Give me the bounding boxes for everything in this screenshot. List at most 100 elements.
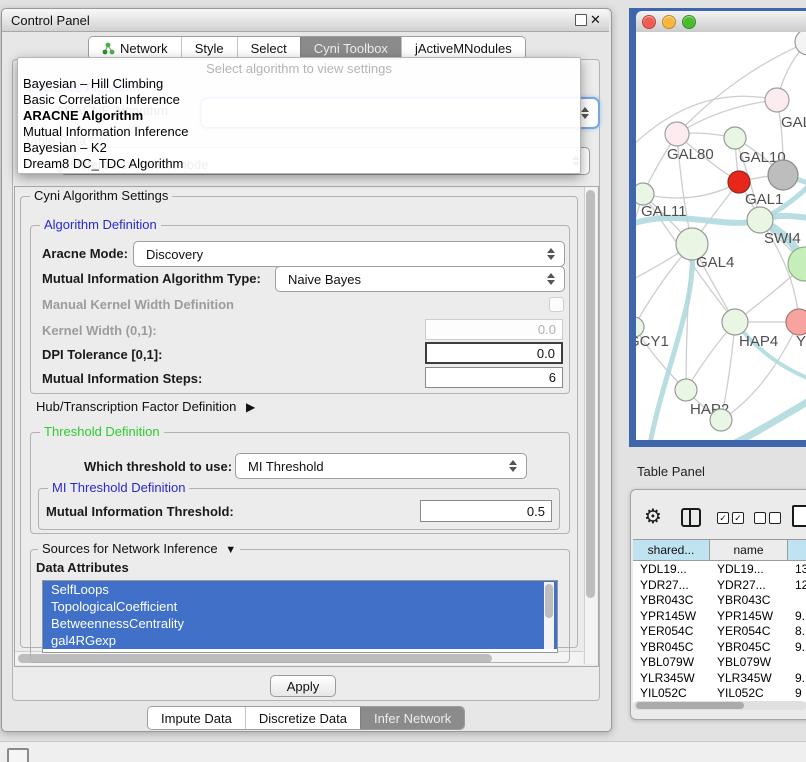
cyni-algorithm-settings-title: Cyni Algorithm Settings — [30, 189, 172, 203]
network-graph: GALGAL80GAL10GAL1GAL11SWI4GAL4HAP4YGCY1H… — [636, 32, 806, 440]
tab-jactivemnodules[interactable]: jActiveMNodules — [401, 37, 525, 59]
table-cell: YER054C — [717, 624, 806, 640]
cyni-mode-tabbar: Impute DataDiscretize DataInfer Network — [147, 706, 465, 730]
document-icon[interactable] — [792, 505, 806, 527]
dpi-tolerance-label: DPI Tolerance [0,1]: — [42, 347, 162, 362]
network-node-gal80[interactable] — [665, 122, 689, 146]
network-node-hap4[interactable] — [722, 309, 748, 335]
traffic-light-close-icon[interactable] — [642, 15, 656, 29]
network-window-titlebar[interactable] — [636, 11, 806, 33]
algorithm-option-bayesian-k2[interactable]: Bayesian – K2 — [18, 140, 580, 156]
which-threshold-label: Which threshold to use: — [84, 459, 232, 474]
kernel-width-label: Kernel Width (0,1): — [42, 323, 157, 338]
network-node-label: HAP4 — [739, 333, 778, 350]
aracne-mode-label: Aracne Mode: — [42, 246, 128, 261]
attribute-item-selfloops[interactable]: SelfLoops — [43, 581, 557, 598]
table-cell: YBR045C — [717, 640, 806, 656]
apply-button[interactable]: Apply — [270, 675, 336, 697]
scrollbar-thumb[interactable] — [586, 190, 595, 598]
tab-cyni-toolbox[interactable]: Cyni Toolbox — [300, 37, 401, 59]
which-threshold-combobox[interactable]: MI Threshold — [235, 453, 527, 479]
combo-stepper-icon — [581, 107, 589, 119]
hub-definition-expander[interactable]: Hub/Transcription Factor Definition ▶ — [36, 399, 255, 414]
network-node-gal[interactable] — [765, 88, 789, 112]
network-node-y[interactable] — [786, 309, 806, 335]
table-cell: 12 — [795, 578, 806, 594]
data-attributes-list[interactable]: SelfLoopsTopologicalCoefficientBetweenne… — [42, 580, 558, 653]
table-row[interactable]: YBL079WYBL079W — [633, 655, 806, 671]
table-row[interactable]: YIL052CYIL052C9 — [633, 686, 806, 702]
scrollbar-thumb[interactable] — [545, 584, 553, 618]
table-cell: 9. — [795, 640, 806, 656]
close-icon[interactable]: ✕ — [590, 13, 601, 26]
network-node-gal1[interactable] — [728, 171, 750, 193]
manual-kernel-width-checkbox[interactable] — [549, 297, 564, 312]
tab-discretize-data[interactable]: Discretize Data — [245, 707, 360, 729]
table-row[interactable]: YER054CYER054C8. — [633, 624, 806, 640]
attribute-item-gal4rgexp[interactable]: gal4RGexp — [43, 632, 557, 649]
deselect-all-icon[interactable] — [754, 512, 781, 524]
table-row[interactable]: YDR27...YDR27...12 — [633, 578, 806, 594]
column-header-a[interactable]: A — [788, 540, 806, 561]
network-node[interactable] — [788, 247, 806, 281]
algorithm-option-bayesian-hill-climbing[interactable]: Bayesian – Hill Climbing — [18, 76, 580, 92]
attribute-item-topologicalcoefficient[interactable]: TopologicalCoefficient — [43, 598, 557, 615]
mi-algorithm-type-combobox[interactable]: Naive Bayes — [275, 266, 565, 292]
network-node-gal10[interactable] — [724, 127, 746, 149]
network-node-label: GCY1 — [636, 333, 669, 350]
table-row[interactable]: YLR345WYLR345W9. — [633, 671, 806, 687]
table-row[interactable]: YPR145WYPR145W9. — [633, 609, 806, 625]
mi-steps-field[interactable] — [425, 367, 563, 388]
combo-stepper-icon — [547, 248, 555, 260]
table-row[interactable]: YBR045CYBR045C9. — [633, 640, 806, 656]
bottom-strip — [0, 741, 806, 762]
mi-threshold-field[interactable] — [420, 500, 552, 522]
control-panel-titlebar[interactable]: Control Panel — [2, 9, 609, 32]
settings-vertical-scrollbar[interactable] — [584, 187, 597, 664]
sources-title[interactable]: Sources for Network Inference ▼ — [38, 542, 240, 557]
network-edge[interactable] — [636, 96, 777, 150]
table-cell: 9. — [795, 671, 806, 687]
algorithm-option-mutual-information-inference[interactable]: Mutual Information Inference — [18, 124, 580, 140]
algorithm-option-dream8-dc-tdc-algorithm[interactable]: Dream8 DC_TDC Algorithm — [18, 156, 580, 172]
column-header-name[interactable]: name — [710, 540, 788, 561]
table-row[interactable]: YBR043CYBR043C — [633, 593, 806, 609]
tab-network[interactable]: Network — [89, 37, 181, 59]
tab-infer-network[interactable]: Infer Network — [360, 707, 464, 729]
column-header-shared[interactable]: shared... — [633, 540, 710, 561]
network-node-hap2[interactable] — [675, 379, 697, 401]
table-horizontal-scrollbar[interactable] — [634, 701, 806, 710]
network-canvas[interactable]: GALGAL80GAL10GAL1GAL11SWI4GAL4HAP4YGCY1H… — [636, 32, 806, 440]
algorithm-option-aracne-algorithm[interactable]: ARACNE Algorithm — [18, 108, 580, 124]
panel-dock-icon[interactable] — [7, 748, 29, 762]
scrollbar-thumb[interactable] — [636, 702, 744, 709]
float-window-icon[interactable] — [575, 14, 587, 26]
table-cell: YPR145W — [717, 609, 806, 625]
aracne-mode-combobox[interactable]: Discovery — [133, 241, 565, 267]
table-row[interactable]: YDL19...YDL19...13 — [633, 562, 806, 578]
traffic-light-zoom-icon[interactable] — [682, 15, 696, 29]
kernel-width-field[interactable] — [425, 319, 563, 340]
split-columns-icon[interactable] — [681, 508, 701, 527]
network-node-label: SWI4 — [764, 230, 801, 247]
network-edge[interactable] — [643, 182, 739, 198]
network-node[interactable] — [795, 32, 806, 55]
algorithm-option-basic-correlation-inference[interactable]: Basic Correlation Inference — [18, 92, 580, 108]
network-node[interactable] — [768, 160, 798, 190]
gear-icon[interactable]: ⚙ — [644, 504, 662, 529]
table-cell: YIL052C — [717, 686, 806, 702]
dpi-tolerance-field[interactable] — [425, 342, 563, 364]
combo-stepper-icon — [509, 460, 517, 472]
network-edge[interactable] — [677, 100, 777, 134]
network-node-label: GAL — [781, 114, 806, 131]
tab-style[interactable]: Style — [181, 37, 237, 59]
network-node[interactable] — [710, 409, 732, 431]
tab-select[interactable]: Select — [237, 37, 300, 59]
select-all-icon[interactable]: ✓ ✓ — [717, 512, 744, 524]
attributes-list-scrollbar[interactable] — [544, 582, 554, 649]
attribute-item-betweennesscentrality[interactable]: BetweennessCentrality — [43, 615, 557, 632]
traffic-light-minimize-icon[interactable] — [662, 15, 676, 29]
arrow-right-icon: ▶ — [246, 400, 255, 414]
tab-impute-data[interactable]: Impute Data — [148, 707, 245, 729]
network-node-gal11[interactable] — [636, 183, 654, 205]
